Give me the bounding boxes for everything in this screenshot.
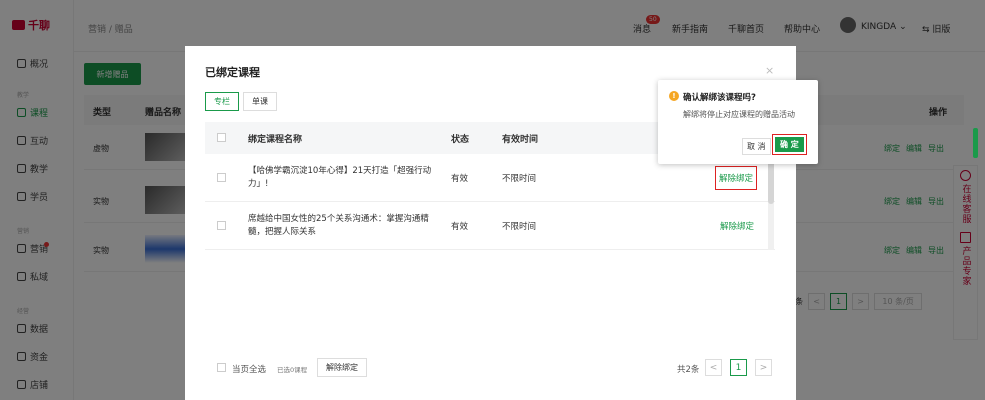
col-course-name: 绑定课程名称 [248, 135, 303, 145]
cancel-button[interactable]: 取 消 [742, 138, 771, 155]
header-checkbox[interactable] [217, 133, 226, 142]
warning-icon: ! [669, 91, 679, 101]
row-checkbox[interactable] [217, 173, 226, 182]
confirm-button-highlight: 确 定 [772, 134, 807, 155]
modal-total: 共2条 [677, 365, 700, 375]
unbind-link[interactable]: 解除绑定 [715, 166, 758, 190]
course-name: 席越给中国女性的25个关系沟通术：掌握沟通精髓，把握人际关系 [248, 214, 429, 237]
modal-prev-page-button[interactable]: < [705, 359, 722, 376]
modal-footer: 当页全选 已选0课程 解除绑定 共2条 < 1 > [205, 358, 775, 378]
popconfirm-description: 解绑将停止对应课程的赠品活动 [683, 110, 795, 119]
popconfirm-title: 确认解绑该课程吗? [683, 93, 756, 103]
course-status: 有效 [451, 174, 469, 184]
modal-title: 已绑定课程 [205, 66, 260, 79]
col-valid-time: 有效时间 [502, 135, 539, 145]
scrollbar-handle[interactable] [973, 128, 978, 158]
close-icon[interactable]: × [765, 64, 774, 77]
tab-single-course[interactable]: 单课 [243, 92, 277, 111]
batch-unbind-button[interactable]: 解除绑定 [317, 358, 367, 377]
table-row: 席越给中国女性的25个关系沟通术：掌握沟通精髓，把握人际关系 有效 不限时间 解… [205, 202, 775, 250]
selected-count: 已选0课程 [277, 366, 308, 374]
confirm-button[interactable]: 确 定 [775, 137, 804, 152]
unbind-popconfirm: ! 确认解绑该课程吗? 解绑将停止对应课程的赠品活动 取 消 确 定 [658, 80, 818, 164]
unbind-link[interactable]: 解除绑定 [720, 220, 754, 232]
course-valid-time: 不限时间 [502, 222, 537, 232]
row-checkbox[interactable] [217, 221, 226, 230]
col-status: 状态 [451, 135, 470, 145]
modal-next-page-button[interactable]: > [755, 359, 772, 376]
tab-column[interactable]: 专栏 [205, 92, 239, 111]
course-status: 有效 [451, 222, 469, 232]
select-all-label[interactable]: 当页全选 [232, 363, 266, 375]
course-name: 【哈佛学霸沉淀10年心得】21天打造「超强行动力」! [248, 166, 432, 189]
select-all-checkbox[interactable] [217, 363, 226, 372]
course-valid-time: 不限时间 [502, 174, 537, 184]
modal-page-number[interactable]: 1 [730, 359, 747, 376]
